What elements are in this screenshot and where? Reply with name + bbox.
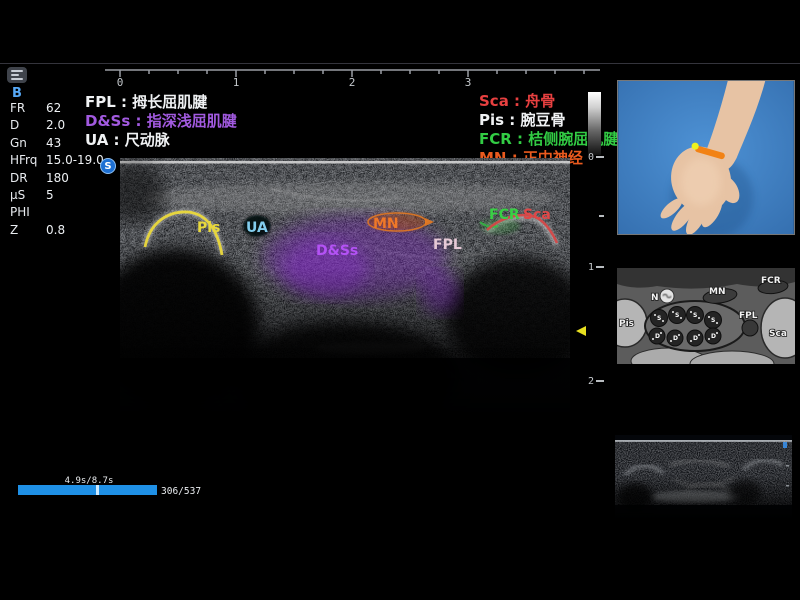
svg-text:D: D (693, 335, 698, 342)
legend-item: UA : 尺动脉 (85, 131, 237, 150)
param-row: PHI (10, 204, 125, 221)
ruler-label: 2 (349, 76, 356, 88)
label-dss: D&Ss (316, 243, 358, 259)
vruler-tick: 1 (580, 262, 604, 272)
legend-item: D&Ss : 指深浅屈肌腱 (85, 112, 237, 131)
label-mn: MN (373, 216, 399, 232)
svg-text:S: S (675, 312, 679, 319)
menu-icon[interactable] (7, 67, 27, 83)
svg-text:S: S (711, 317, 715, 324)
svg-text:D: D (655, 333, 660, 340)
diagram-label-mn: MN (709, 287, 726, 297)
cine-cursor[interactable] (96, 485, 99, 495)
vruler-tick (580, 211, 604, 221)
orientation-marker: S (100, 158, 116, 174)
reference-hand-photo[interactable] (617, 80, 795, 235)
cine-frame-counter: 306/537 (161, 486, 201, 497)
reference-ultrasound-thumbnail[interactable] (615, 435, 792, 518)
ultrasound-screen: B FR62 D2.0 Gn43 HFrq15.0-19.0 DR180 µS5… (0, 0, 800, 600)
svg-text:S: S (657, 315, 661, 322)
vruler-tick: 2 (580, 376, 604, 386)
fpl-shape (742, 320, 758, 336)
ruler-label: 1 (233, 76, 240, 88)
param-row: µS5 (10, 187, 125, 204)
legend-left: FPL : 拇长屈肌腱 D&Ss : 指深浅屈肌腱 UA : 尺动脉 (85, 93, 237, 150)
vruler-tick: 0 (580, 152, 604, 162)
ruler-label: 3 (465, 76, 472, 88)
legend-item: FPL : 拇长屈肌腱 (85, 93, 237, 112)
main-ultrasound-image[interactable]: Pis UA D&Ss MN FPL FCR Sca (120, 158, 570, 420)
diagram-label-fpl: FPL (739, 311, 758, 321)
probe-orientation-dot (692, 143, 699, 150)
diagram-label-fcr: FCR (761, 276, 781, 286)
svg-text:D: D (711, 333, 716, 340)
diagram-label-pis: Pis (619, 319, 634, 329)
thumbnail-corner-mark (783, 442, 787, 448)
ruler-label: 0 (117, 76, 124, 88)
param-row: Z0.8 (10, 222, 125, 239)
horizontal-ruler: 0 1 2 3 (100, 64, 605, 88)
label-fpl: FPL (433, 237, 462, 253)
cine-progress-bar[interactable] (18, 485, 157, 495)
grayscale-bar (588, 92, 601, 155)
svg-text:D: D (673, 335, 678, 342)
focus-marker-arrow[interactable] (576, 326, 586, 336)
diagram-label-sca: Sca (769, 329, 787, 339)
mode-indicator: B (12, 86, 22, 101)
reference-anatomy-diagram[interactable]: S S S S D D D D N MN FCR Pis FPL Sca (617, 268, 795, 364)
label-ua: UA (246, 220, 268, 236)
label-sca: Sca (523, 207, 551, 223)
label-fcr: FCR (489, 207, 520, 223)
svg-text:S: S (693, 312, 697, 319)
diagram-label-n: N (651, 293, 659, 303)
label-pis: Pis (197, 220, 220, 236)
